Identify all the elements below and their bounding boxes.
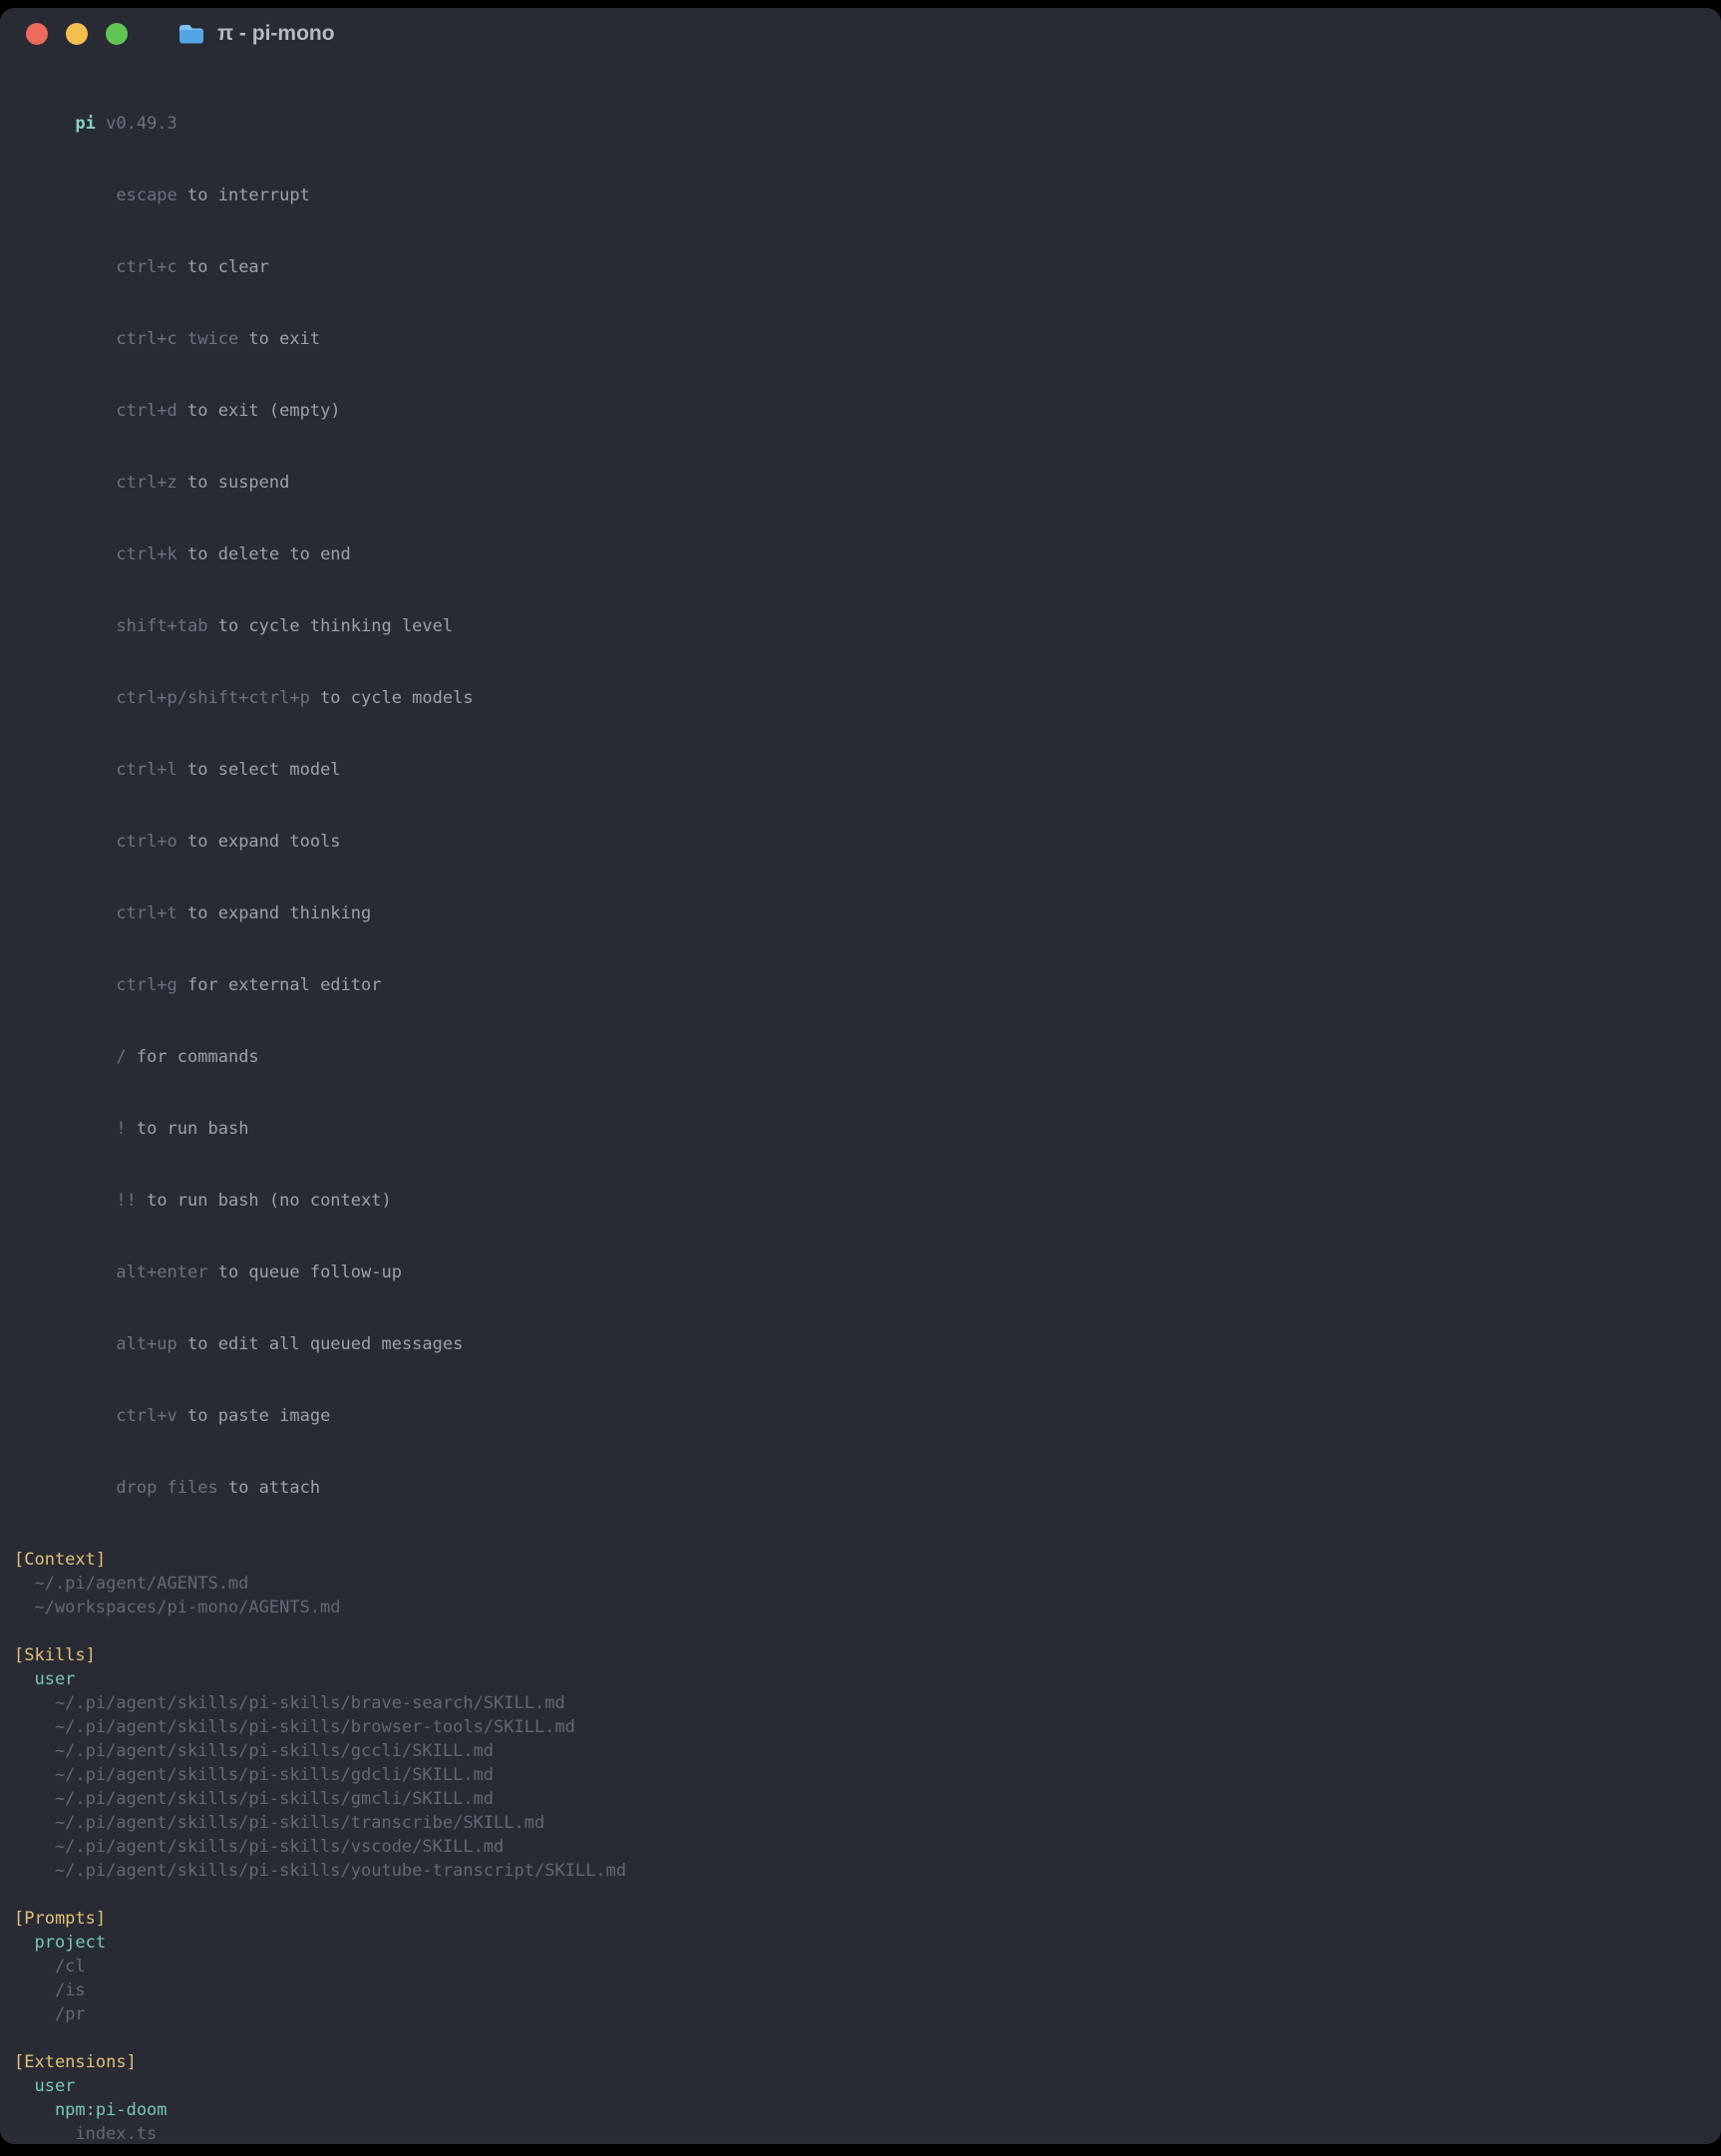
shortcut-help-line: ctrl+c to clear bbox=[14, 231, 1707, 303]
window-title: π - pi-mono bbox=[217, 22, 335, 46]
shortcut-help-line: ctrl+v to paste image bbox=[14, 1380, 1707, 1452]
shortcut-description: to select model bbox=[187, 760, 341, 780]
shortcut-description: for external editor bbox=[187, 975, 381, 995]
prompt-command: /pr bbox=[14, 2002, 1707, 2026]
prompt-command: /cl bbox=[14, 1955, 1707, 1978]
shortcut-help-line: ctrl+d to exit (empty) bbox=[14, 375, 1707, 447]
shortcut-help-line: shift+tab to cycle thinking level bbox=[14, 590, 1707, 662]
shortcut-help-line: ctrl+c twice to exit bbox=[14, 303, 1707, 375]
shortcut-description: to expand thinking bbox=[187, 903, 371, 923]
shortcut-help-line: ctrl+t to expand thinking bbox=[14, 878, 1707, 949]
shortcut-description: to queue follow-up bbox=[218, 1262, 402, 1282]
skill-file: ~/.pi/agent/skills/pi-skills/gmcli/SKILL… bbox=[14, 1787, 1707, 1811]
extensions-section-header: [Extensions] bbox=[14, 2050, 1707, 2074]
shortcut-key: ctrl+p/shift+ctrl+p bbox=[116, 688, 309, 708]
shortcut-help-line: ctrl+g for external editor bbox=[14, 949, 1707, 1021]
shortcut-key: ctrl+g bbox=[116, 975, 176, 995]
shortcut-description: to attach bbox=[228, 1478, 320, 1498]
shortcut-help-line: ctrl+k to delete to end bbox=[14, 519, 1707, 590]
terminal-window: π - pi-mono pi v0.49.3 escape to interrupt… bbox=[0, 8, 1721, 2144]
shortcut-key: !! bbox=[116, 1191, 136, 1211]
close-window-button[interactable] bbox=[26, 23, 48, 45]
shortcut-description: to exit (empty) bbox=[187, 401, 341, 421]
shortcut-key: ctrl+d bbox=[116, 401, 176, 421]
extensions-user-scope-label: user bbox=[14, 2074, 1707, 2098]
shortcut-key: / bbox=[116, 1047, 126, 1067]
context-file: ~/.pi/agent/AGENTS.md bbox=[14, 1572, 1707, 1596]
shortcut-help-line: ctrl+p/shift+ctrl+p to cycle models bbox=[14, 662, 1707, 734]
shortcut-help-list: escape to interrupt ctrl+c to clear ctrl+c… bbox=[14, 160, 1707, 1524]
prompts-section-header: [Prompts] bbox=[14, 1907, 1707, 1931]
shortcut-key: ctrl+o bbox=[116, 832, 176, 852]
skill-file: ~/.pi/agent/skills/pi-skills/gccli/SKILL… bbox=[14, 1739, 1707, 1763]
minimize-window-button[interactable] bbox=[66, 23, 88, 45]
shortcut-description: to cycle models bbox=[320, 688, 474, 708]
shortcut-help-line: alt+up to edit all queued messages bbox=[14, 1308, 1707, 1380]
shortcut-description: to run bash (no context) bbox=[147, 1191, 392, 1211]
context-section-header: [Context] bbox=[14, 1548, 1707, 1572]
skill-file: ~/.pi/agent/skills/pi-skills/youtube-tra… bbox=[14, 1859, 1707, 1883]
shortcut-help-line: ctrl+l to select model bbox=[14, 734, 1707, 806]
folder-icon bbox=[177, 22, 205, 46]
shortcut-help-line: ctrl+o to expand tools bbox=[14, 806, 1707, 878]
shortcut-help-line: drop files to attach bbox=[14, 1452, 1707, 1524]
shortcut-help-line: !! to run bash (no context) bbox=[14, 1165, 1707, 1237]
prompt-command-list: /cl /is /pr bbox=[14, 1955, 1707, 2026]
shortcut-key: shift+tab bbox=[116, 616, 207, 636]
shortcut-key: ctrl+t bbox=[116, 903, 176, 923]
skill-file: ~/.pi/agent/skills/pi-skills/brave-searc… bbox=[14, 1691, 1707, 1715]
shortcut-key: ctrl+z bbox=[116, 473, 176, 493]
shortcut-help-line: / for commands bbox=[14, 1021, 1707, 1093]
prompts-scope-label: project bbox=[14, 1931, 1707, 1955]
skill-file: ~/.pi/agent/skills/pi-skills/vscode/SKIL… bbox=[14, 1835, 1707, 1859]
skills-file-list: ~/.pi/agent/skills/pi-skills/brave-searc… bbox=[14, 1691, 1707, 1883]
shortcut-help-line: alt+enter to queue follow-up bbox=[14, 1237, 1707, 1308]
prompt-command: /is bbox=[14, 1978, 1707, 2002]
shortcut-description: to clear bbox=[187, 257, 269, 277]
shortcut-key: alt+up bbox=[116, 1334, 176, 1354]
shortcut-key: ctrl+v bbox=[116, 1406, 176, 1426]
context-file-list: ~/.pi/agent/AGENTS.md ~/workspaces/pi-mo… bbox=[14, 1572, 1707, 1619]
shortcut-description: to expand tools bbox=[187, 832, 341, 852]
shortcut-description: to delete to end bbox=[187, 544, 351, 564]
app-version-line: pi v0.49.3 bbox=[14, 88, 1707, 160]
context-file: ~/workspaces/pi-mono/AGENTS.md bbox=[14, 1596, 1707, 1619]
app-name: pi bbox=[75, 114, 95, 134]
shortcut-description: to exit bbox=[248, 329, 320, 349]
title-bar: π - pi-mono bbox=[0, 8, 1721, 60]
zoom-window-button[interactable] bbox=[106, 23, 128, 45]
startup-banner: pi v0.49.3 escape to interrupt ctrl+c to cl… bbox=[0, 88, 1721, 2144]
extension-npm-package: npm:pi-doom bbox=[14, 2098, 1707, 2122]
skill-file: ~/.pi/agent/skills/pi-skills/browser-too… bbox=[14, 1715, 1707, 1739]
skills-scope-label: user bbox=[14, 1667, 1707, 1691]
shortcut-key: drop files bbox=[116, 1478, 217, 1498]
shortcut-help-line: escape to interrupt bbox=[14, 160, 1707, 231]
skill-file: ~/.pi/agent/skills/pi-skills/transcribe/… bbox=[14, 1811, 1707, 1835]
skills-section-header: [Skills] bbox=[14, 1643, 1707, 1667]
shortcut-description: to suspend bbox=[187, 473, 289, 493]
shortcut-description: for commands bbox=[137, 1047, 259, 1067]
shortcut-key: ctrl+c bbox=[116, 257, 176, 277]
shortcut-description: to run bash bbox=[137, 1119, 249, 1139]
shortcut-key: alt+enter bbox=[116, 1262, 207, 1282]
app-version: v0.49.3 bbox=[106, 114, 177, 134]
shortcut-key: escape bbox=[116, 185, 176, 205]
skill-file: ~/.pi/agent/skills/pi-skills/gdcli/SKILL… bbox=[14, 1763, 1707, 1787]
shortcut-description: to interrupt bbox=[187, 185, 310, 205]
shortcut-help-line: ! to run bash bbox=[14, 1093, 1707, 1165]
shortcut-key: ctrl+l bbox=[116, 760, 176, 780]
shortcut-key: ! bbox=[116, 1119, 126, 1139]
shortcut-help-line: ctrl+z to suspend bbox=[14, 447, 1707, 519]
shortcut-description: to edit all queued messages bbox=[187, 1334, 463, 1354]
shortcut-description: to paste image bbox=[187, 1406, 330, 1426]
shortcut-key: ctrl+c twice bbox=[116, 329, 238, 349]
extension-npm-entry: index.ts bbox=[14, 2122, 1707, 2144]
shortcut-key: ctrl+k bbox=[116, 544, 176, 564]
shortcut-description: to cycle thinking level bbox=[218, 616, 453, 636]
